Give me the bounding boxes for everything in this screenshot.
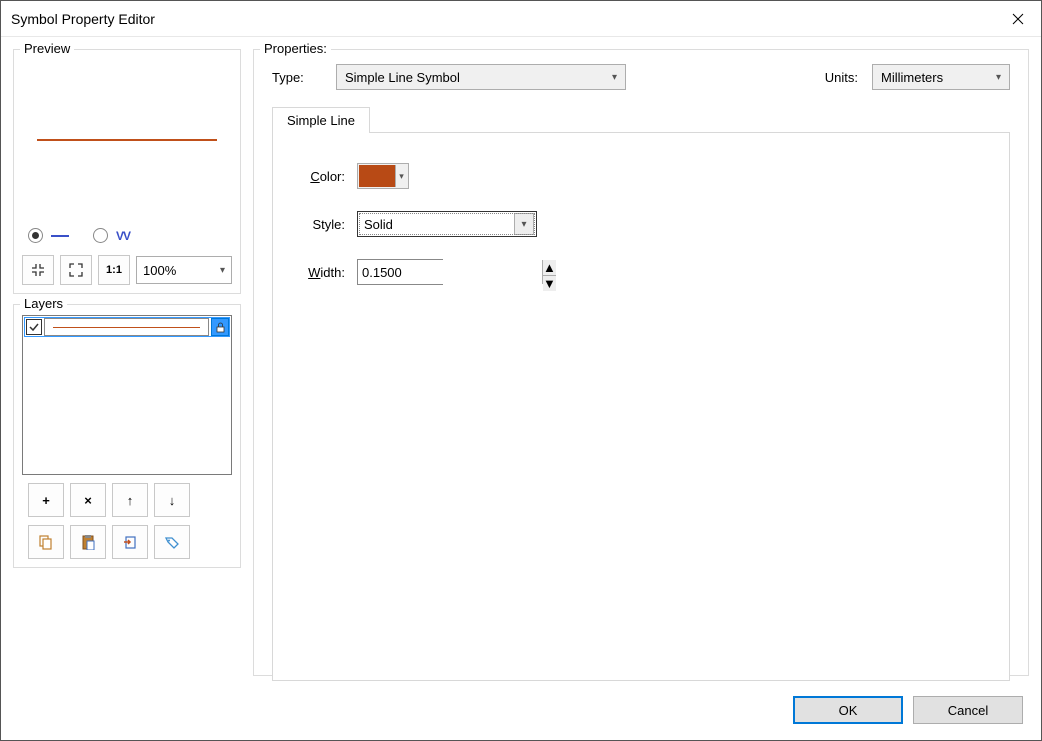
tab-simple-line[interactable]: Simple Line	[272, 107, 370, 133]
type-label: Type:	[272, 70, 316, 85]
layer-visibility-checkbox[interactable]	[26, 319, 42, 335]
lock-icon	[215, 322, 226, 333]
copy-icon	[38, 534, 54, 550]
delete-layer-button[interactable]: ×	[70, 483, 106, 517]
width-decrement-button[interactable]: ▼	[543, 276, 556, 291]
width-increment-button[interactable]: ▲	[543, 260, 556, 276]
triangle-down-icon: ▼	[543, 276, 556, 291]
arrow-down-icon: ↓	[169, 493, 176, 508]
zoom-fit-button[interactable]	[22, 255, 54, 285]
preview-group: Preview VV	[13, 49, 241, 294]
paste-icon	[80, 534, 96, 550]
style-select[interactable]: Solid ▾	[357, 211, 537, 237]
import-layer-button[interactable]	[112, 525, 148, 559]
width-input[interactable]	[358, 260, 542, 284]
copy-layer-button[interactable]	[28, 525, 64, 559]
preview-mode-line[interactable]	[28, 228, 69, 243]
properties-label: Properties:	[260, 41, 331, 56]
line-icon	[51, 235, 69, 237]
paste-layer-button[interactable]	[70, 525, 106, 559]
color-label: Color:	[297, 169, 357, 184]
symbol-property-editor-window: Symbol Property Editor Preview	[0, 0, 1042, 741]
tag-icon	[164, 534, 180, 550]
width-spinner[interactable]: ▲ ▼	[357, 259, 443, 285]
plus-icon: +	[42, 493, 50, 508]
layer-lock-button[interactable]	[211, 318, 229, 336]
titlebar: Symbol Property Editor	[1, 1, 1041, 37]
cancel-button[interactable]: Cancel	[913, 696, 1023, 724]
actual-size-icon: 1:1	[106, 264, 122, 276]
units-label: Units:	[825, 70, 858, 85]
zoom-select[interactable]: 100% ▾	[136, 256, 232, 284]
close-icon	[1012, 13, 1024, 25]
window-title: Symbol Property Editor	[11, 11, 155, 27]
preview-line-sample	[37, 139, 217, 141]
zoom-actual-button[interactable]: 1:1	[98, 255, 130, 285]
arrow-up-icon: ↑	[127, 493, 134, 508]
layers-label: Layers	[20, 296, 67, 311]
units-value: Millimeters	[881, 70, 943, 85]
add-layer-button[interactable]: +	[28, 483, 64, 517]
close-button[interactable]	[995, 1, 1041, 37]
expand-icon	[69, 263, 83, 277]
chevron-down-icon: ▾	[220, 265, 225, 276]
layer-item[interactable]	[24, 317, 230, 337]
properties-group: Properties: Type: Simple Line Symbol ▾ U…	[253, 49, 1029, 676]
chevron-down-icon: ▾	[612, 72, 617, 83]
import-icon	[122, 534, 138, 550]
dialog-buttons: OK Cancel	[793, 696, 1023, 724]
triangle-up-icon: ▲	[543, 260, 556, 275]
type-select[interactable]: Simple Line Symbol ▾	[336, 64, 626, 90]
x-icon: ×	[84, 493, 92, 508]
layer-thumbnail	[44, 318, 209, 336]
move-layer-down-button[interactable]: ↓	[154, 483, 190, 517]
layers-group: Layers +	[13, 304, 241, 568]
chevron-down-icon: ▾	[395, 165, 407, 187]
zoom-full-button[interactable]	[60, 255, 92, 285]
move-layer-up-button[interactable]: ↑	[112, 483, 148, 517]
type-value: Simple Line Symbol	[345, 70, 460, 85]
collapse-icon	[31, 263, 45, 277]
units-select[interactable]: Millimeters ▾	[872, 64, 1010, 90]
style-label: Style:	[297, 217, 357, 232]
chevron-down-icon: ▾	[996, 72, 1001, 83]
zigzag-icon: VV	[116, 229, 130, 243]
preview-mode-zigzag[interactable]: VV	[93, 228, 130, 243]
style-value: Solid	[364, 217, 393, 232]
color-swatch	[359, 165, 395, 187]
tab-container: Simple Line Color: ▾ Style:	[272, 132, 1010, 681]
check-icon	[29, 322, 39, 332]
chevron-down-icon: ▾	[521, 219, 526, 230]
preview-label: Preview	[20, 41, 74, 56]
width-label: Width:	[297, 265, 357, 280]
ok-button[interactable]: OK	[793, 696, 903, 724]
layers-list[interactable]	[22, 315, 232, 475]
preview-canvas	[22, 60, 232, 220]
zoom-value: 100%	[143, 263, 176, 278]
color-picker[interactable]: ▾	[357, 163, 409, 189]
tag-layer-button[interactable]	[154, 525, 190, 559]
